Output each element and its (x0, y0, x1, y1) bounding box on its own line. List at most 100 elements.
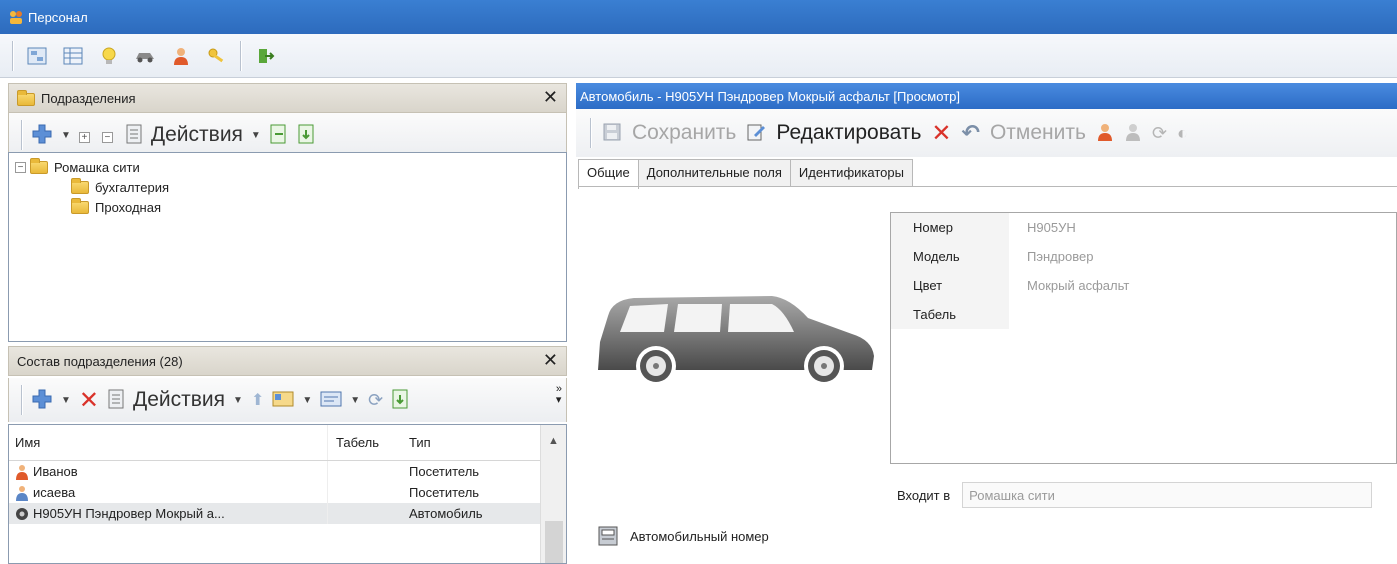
key-icon[interactable] (204, 43, 230, 69)
property-key: Цвет (891, 271, 1009, 300)
tree-item-label[interactable]: Ромашка сити (54, 160, 140, 175)
row-type: Посетитель (409, 464, 480, 479)
collapse-icon[interactable]: − (101, 128, 117, 143)
folder-icon (71, 177, 89, 194)
properties-grid: Номер Н905УН Модель Пэндровер Цвет Мокры… (890, 212, 1397, 464)
property-value: Пэндровер (1027, 249, 1094, 264)
exit-icon[interactable] (252, 43, 278, 69)
column-header-tabel[interactable]: Табель (327, 425, 401, 460)
add-icon[interactable] (31, 123, 53, 148)
toolbar-separator (590, 118, 592, 148)
overflow-icon[interactable]: » ▾ (556, 384, 562, 406)
refresh-icon[interactable]: ⟳ (368, 390, 383, 411)
toolbar-separator (12, 40, 14, 71)
expand-icon[interactable]: + (78, 128, 94, 143)
person-gray-icon[interactable] (1124, 122, 1142, 145)
delete-icon[interactable]: ✕ (79, 386, 99, 415)
close-icon[interactable]: ✕ (543, 350, 558, 371)
actions-menu-button[interactable]: Действия (151, 123, 243, 147)
chevron-down-icon[interactable]: ▼ (302, 395, 312, 406)
property-row[interactable]: Табель (891, 300, 1396, 329)
chevron-down-icon[interactable]: ▼ (251, 130, 261, 141)
departments-tree: − Ромашка сити бухгалтерия Проходная (8, 152, 567, 342)
lightbulb-icon[interactable] (96, 43, 122, 69)
main-toolbar (0, 34, 1397, 78)
delete-icon[interactable]: ✕ (931, 119, 951, 148)
chevron-down-icon[interactable]: ▼ (233, 395, 243, 406)
chevron-down-icon[interactable]: ▼ (61, 130, 71, 141)
property-value: Мокрый асфальт (1027, 278, 1130, 293)
scroll-up-icon[interactable]: ▲ (541, 425, 566, 447)
person-icon[interactable] (168, 43, 194, 69)
vehicle-icon (16, 507, 28, 520)
tree-item[interactable]: Проходная (15, 197, 560, 217)
window-title: Персонал (28, 9, 88, 25)
row-tabel (327, 482, 401, 503)
properties-icon[interactable] (125, 124, 143, 147)
table-icon[interactable] (60, 43, 86, 69)
tree-item-label[interactable]: Проходная (95, 200, 161, 215)
table-row[interactable]: Н905УН Пэндровер Мокрый а... Автомобиль (9, 503, 566, 524)
window-titlebar: Персонал (0, 0, 1397, 34)
property-key: Модель (891, 242, 1009, 271)
move-up-icon[interactable]: ⬆ (251, 390, 264, 410)
chevron-down-icon[interactable]: ▼ (350, 395, 360, 406)
tab-identifiers[interactable]: Идентификаторы (789, 159, 913, 187)
column-header-name[interactable]: Имя (9, 435, 327, 450)
folder-icon (71, 197, 89, 214)
chevron-down-icon[interactable]: ▼ (61, 395, 71, 406)
add-icon[interactable] (31, 388, 53, 413)
grid-scrollbar[interactable]: ▲ (540, 425, 566, 563)
person-icon[interactable] (1096, 122, 1114, 145)
column-header-type[interactable]: Тип (401, 435, 531, 450)
tree-item-label[interactable]: бухгалтерия (95, 180, 169, 195)
sound-icon[interactable]: ◐ (1177, 123, 1188, 144)
row-type: Посетитель (409, 485, 480, 500)
edit-icon (746, 122, 766, 145)
refresh-icon[interactable]: ⟳ (1152, 123, 1167, 144)
property-key: Табель (891, 300, 1009, 329)
export-icon[interactable] (391, 388, 411, 413)
tab-general[interactable]: Общие (578, 159, 639, 189)
collapse-icon[interactable]: − (15, 161, 26, 173)
person-icon (16, 485, 28, 501)
actions-menu-button[interactable]: Действия (133, 388, 225, 412)
tab-extra-fields[interactable]: Дополнительные поля (637, 159, 791, 187)
import-icon[interactable] (297, 123, 317, 148)
detail-toolbar: Сохранить Редактировать ✕ ↶ Отменить ⟳ ◐ (576, 109, 1397, 157)
member-of-field[interactable]: Ромашка сити (962, 482, 1373, 508)
scrollbar-thumb[interactable] (545, 521, 563, 563)
folder-icon (17, 90, 35, 106)
card-icon[interactable] (272, 390, 294, 411)
license-plate-row[interactable]: Автомобильный номер (598, 526, 769, 546)
row-tabel (327, 461, 401, 482)
detail-title: Автомобиль - Н905УН Пэндровер Мокрый асф… (580, 88, 960, 104)
table-row[interactable]: исаева Посетитель (9, 482, 566, 503)
export-icon[interactable] (269, 123, 289, 148)
member-of-row: Входит в Ромашка сити (897, 482, 1373, 508)
close-icon[interactable]: ✕ (543, 87, 558, 108)
property-key: Номер (891, 213, 1009, 242)
property-row[interactable]: Цвет Мокрый асфальт (891, 271, 1396, 300)
structure-icon[interactable] (24, 43, 50, 69)
license-plate-icon (598, 526, 618, 546)
save-button[interactable]: Сохранить (632, 121, 736, 145)
property-row[interactable]: Номер Н905УН (891, 213, 1396, 242)
members-panel-title: Состав подразделения (28) (17, 353, 183, 369)
car-picture (598, 296, 874, 386)
table-row[interactable]: Иванов Посетитель (9, 461, 566, 482)
license-plate-label[interactable]: Автомобильный номер (630, 529, 769, 544)
car-icon[interactable] (132, 43, 158, 69)
cancel-button[interactable]: Отменить (990, 121, 1086, 145)
tree-item-root[interactable]: − Ромашка сити (15, 157, 560, 177)
detail-header: Автомобиль - Н905УН Пэндровер Мокрый асф… (576, 83, 1397, 109)
row-name: Иванов (33, 464, 78, 479)
id-card-icon[interactable] (320, 390, 342, 411)
app-icon (10, 11, 22, 24)
property-row[interactable]: Модель Пэндровер (891, 242, 1396, 271)
edit-button[interactable]: Редактировать (776, 121, 921, 145)
properties-icon[interactable] (107, 389, 125, 412)
departments-panel-title: Подразделения (41, 90, 136, 106)
tree-item[interactable]: бухгалтерия (15, 177, 560, 197)
members-grid: Имя Табель Тип Иванов Посетитель исаева … (8, 424, 567, 564)
